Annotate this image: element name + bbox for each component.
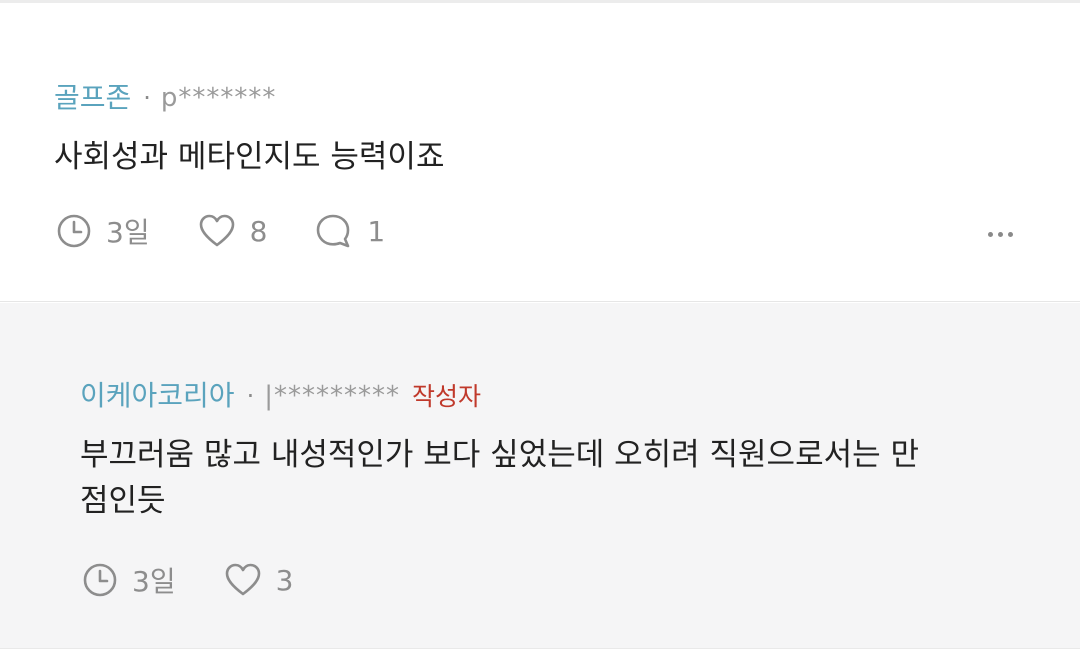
reply-comment-item: 이케아코리아 · |********* 작성자 부끄러움 많고 내성적인가 보다… [0, 303, 1080, 649]
reply-like-button[interactable]: 3 [224, 562, 294, 598]
reply-author-nickname[interactable]: 이케아코리아 [80, 382, 235, 410]
reply-body: 부끄러움 많고 내성적인가 보다 싶었는데 오히려 직원으로서는 만 점인듯 [80, 437, 920, 519]
heart-icon [199, 214, 234, 247]
author-badge: 작성자 [411, 381, 481, 411]
clock-icon [57, 214, 91, 248]
more-dots-icon [998, 232, 1003, 237]
comment-author-id: p******* [160, 83, 277, 113]
comment-time: 3일 [56, 211, 150, 251]
reply-like-count: 3 [275, 563, 294, 597]
reply-actions: 3일 3 [82, 560, 341, 600]
more-dots-icon [1008, 232, 1013, 237]
reply-button[interactable]: 1 [315, 212, 385, 250]
comment-item: 골프존 · p******* 사회성과 메타인지도 능력이죠 3일 8 1 [0, 3, 1080, 302]
comment-author-nickname[interactable]: 골프존 [54, 84, 131, 112]
like-count: 8 [249, 214, 268, 248]
comment-body: 사회성과 메타인지도 능력이죠 [54, 139, 445, 175]
reply-time-label: 3일 [132, 565, 176, 598]
speech-bubble-icon [317, 214, 350, 248]
reply-count: 1 [367, 214, 386, 248]
reply-time: 3일 [82, 560, 176, 600]
reply-meta: 이케아코리아 · |********* 작성자 [80, 382, 481, 410]
comment-meta: 골프존 · p******* [54, 84, 276, 112]
clock-icon [83, 563, 117, 597]
comment-time-label: 3일 [106, 216, 150, 249]
meta-separator: · [143, 84, 151, 112]
bottom-divider [0, 649, 1080, 661]
more-options-button[interactable] [988, 232, 1013, 237]
reply-author-id: |********* [264, 381, 400, 411]
like-button[interactable]: 8 [198, 213, 268, 249]
comment-actions: 3일 8 1 [56, 211, 433, 251]
heart-icon [225, 563, 260, 596]
meta-separator: · [246, 382, 255, 410]
more-dots-icon [988, 232, 993, 237]
